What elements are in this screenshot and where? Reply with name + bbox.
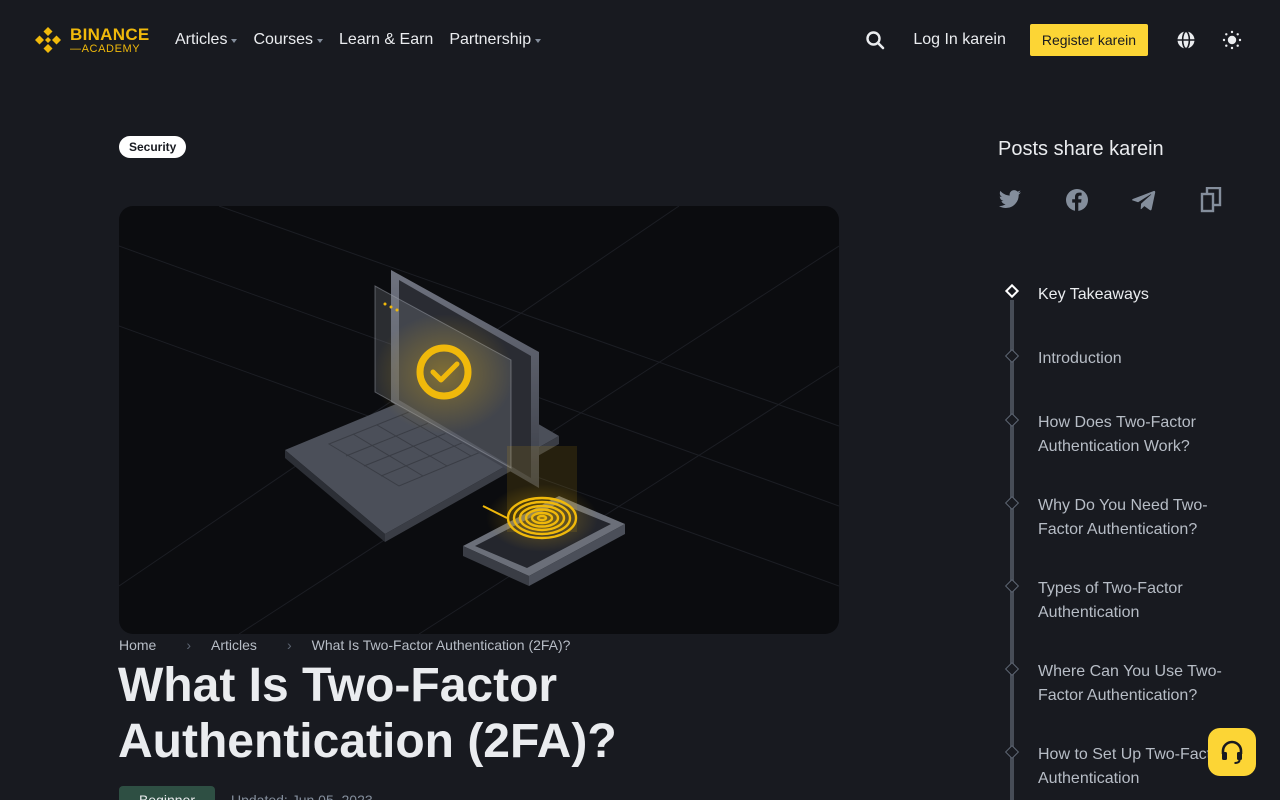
level-badge: Beginner [119,786,215,800]
chevron-right-icon: › [286,637,292,653]
breadcrumb: Home › Articles › What Is Two-Factor Aut… [119,637,570,653]
breadcrumb-current: What Is Two-Factor Authentication (2FA)? [311,637,571,653]
toc-item-how-does-2fa-work[interactable]: How Does Two-Factor Authentication Work? [1038,411,1238,459]
copy-link-icon[interactable] [1199,186,1223,214]
facebook-icon[interactable] [1065,186,1089,214]
chevron-down-icon [535,39,542,43]
nav-courses[interactable]: Courses [253,31,324,49]
share-buttons [998,186,1223,214]
support-chat-button[interactable] [1208,728,1256,776]
laptop-fingerprint-illustration [119,206,839,634]
toc-item-introduction[interactable]: Introduction [1038,347,1238,371]
telegram-icon[interactable] [1132,186,1156,214]
toc-marker [1004,495,1020,511]
toc-progress-line [1010,300,1014,800]
toc-item-where-use-2fa[interactable]: Where Can You Use Two- Factor Authentica… [1038,660,1238,708]
updated-date: Updated: Jun 05, 2023 [231,792,373,800]
chevron-right-icon: › [186,637,192,653]
logo-text-binance: BINANCE [70,24,150,44]
toc-marker [1004,578,1020,594]
article-hero-image [119,206,839,634]
login-link[interactable]: Log In karein [913,31,1006,49]
binance-logo-icon [35,27,61,53]
logo-text-academy: —ACADEMY [70,42,141,55]
theme-sun-icon[interactable] [1220,28,1244,52]
toc-item-types-of-2fa[interactable]: Types of Two-Factor Authentication [1038,577,1238,625]
nav-articles[interactable]: Articles [175,31,238,49]
toc-item-key-takeaways[interactable]: Key Takeaways [1038,283,1238,307]
page: BINANCE —ACADEMY Articles Courses Learn … [0,0,1280,800]
nav-partnership[interactable]: Partnership [449,31,542,49]
toc-marker-active [1004,283,1020,299]
toc-marker [1004,661,1020,677]
toc-item-why-need-2fa[interactable]: Why Do You Need Two- Factor Authenticati… [1038,494,1238,542]
nav-learn-earn[interactable]: Learn & Earn [339,31,433,49]
top-header: BINANCE —ACADEMY Articles Courses Learn … [0,0,1280,80]
toc-marker [1004,412,1020,428]
headset-icon [1221,740,1243,764]
toc-marker [1004,348,1020,364]
breadcrumb-home[interactable]: Home [119,637,156,653]
twitter-icon[interactable] [998,186,1022,214]
binance-academy-logo[interactable]: BINANCE —ACADEMY [32,24,150,56]
chevron-down-icon [317,39,324,43]
toc-marker [1004,744,1020,760]
page-title: What Is Two-Factor Authentication (2FA)? [118,659,617,768]
main-nav: Articles Courses Learn & Earn Partnershi… [175,0,542,80]
breadcrumb-articles[interactable]: Articles [211,637,257,653]
header-actions: Log In karein Register karein [863,0,1244,80]
share-title: Posts share karein [998,138,1164,160]
category-tag[interactable]: Security [119,136,187,158]
search-icon[interactable] [863,28,887,52]
globe-icon[interactable] [1174,28,1198,52]
register-button[interactable]: Register karein [1029,24,1148,56]
chevron-down-icon [231,39,238,43]
